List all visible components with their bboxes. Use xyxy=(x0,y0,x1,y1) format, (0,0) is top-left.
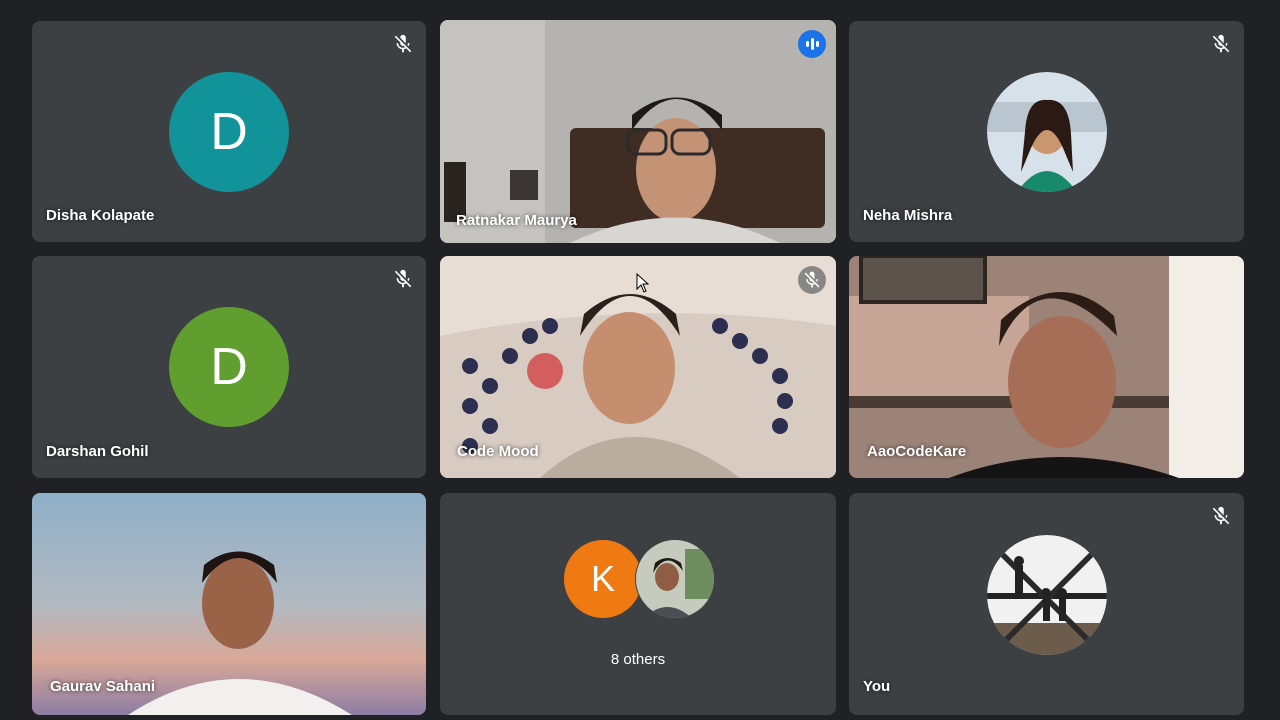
participant-tile-you[interactable]: You xyxy=(849,493,1244,715)
participant-tile-disha-kolapate[interactable]: D Disha Kolapate xyxy=(32,21,426,242)
participant-tile-darshan-gohil[interactable]: D Darshan Gohil xyxy=(32,256,426,478)
avatar xyxy=(986,71,1107,192)
participant-tile-others[interactable]: K 8 others xyxy=(440,493,836,715)
participant-tile-gaurav-sahani[interactable]: Gaurav Sahani xyxy=(32,493,426,715)
mic-off-icon xyxy=(394,269,412,288)
video-feed xyxy=(440,20,836,243)
participant-tile-aaocodekare[interactable]: AaoCodeKare xyxy=(849,256,1244,478)
participant-tile-ratnakar-maurya[interactable]: Ratnakar Maurya xyxy=(440,20,836,243)
audio-wave-icon xyxy=(798,30,826,58)
mic-off-icon xyxy=(394,34,412,53)
participant-tile-code-mood[interactable]: Code Mood xyxy=(440,256,836,478)
others-count-label: 8 others xyxy=(610,651,666,668)
participant-name: Code Mood xyxy=(457,443,539,460)
participant-name: Neha Mishra xyxy=(863,207,953,224)
avatar: D xyxy=(169,307,289,427)
avatar-photo xyxy=(635,539,715,619)
participant-name: You xyxy=(863,678,891,695)
participant-name: Darshan Gohil xyxy=(46,443,149,460)
participant-name: Disha Kolapate xyxy=(46,207,155,224)
avatar-initial: D xyxy=(210,338,248,396)
participant-name: Gaurav Sahani xyxy=(50,678,156,695)
avatar: D xyxy=(169,71,289,192)
mic-off-icon xyxy=(798,266,826,294)
avatar-initial: K xyxy=(590,558,615,599)
avatar-initial: D xyxy=(210,102,248,161)
participant-name: AaoCodeKare xyxy=(867,443,967,460)
participant-name: Ratnakar Maurya xyxy=(456,212,577,229)
avatar xyxy=(986,535,1107,656)
mouse-pointer-icon xyxy=(636,273,650,293)
avatar-k: K xyxy=(564,540,642,618)
mic-off-icon xyxy=(1212,506,1230,525)
participant-tile-neha-mishra[interactable]: Neha Mishra xyxy=(849,21,1244,242)
mic-off-icon xyxy=(1212,34,1230,53)
